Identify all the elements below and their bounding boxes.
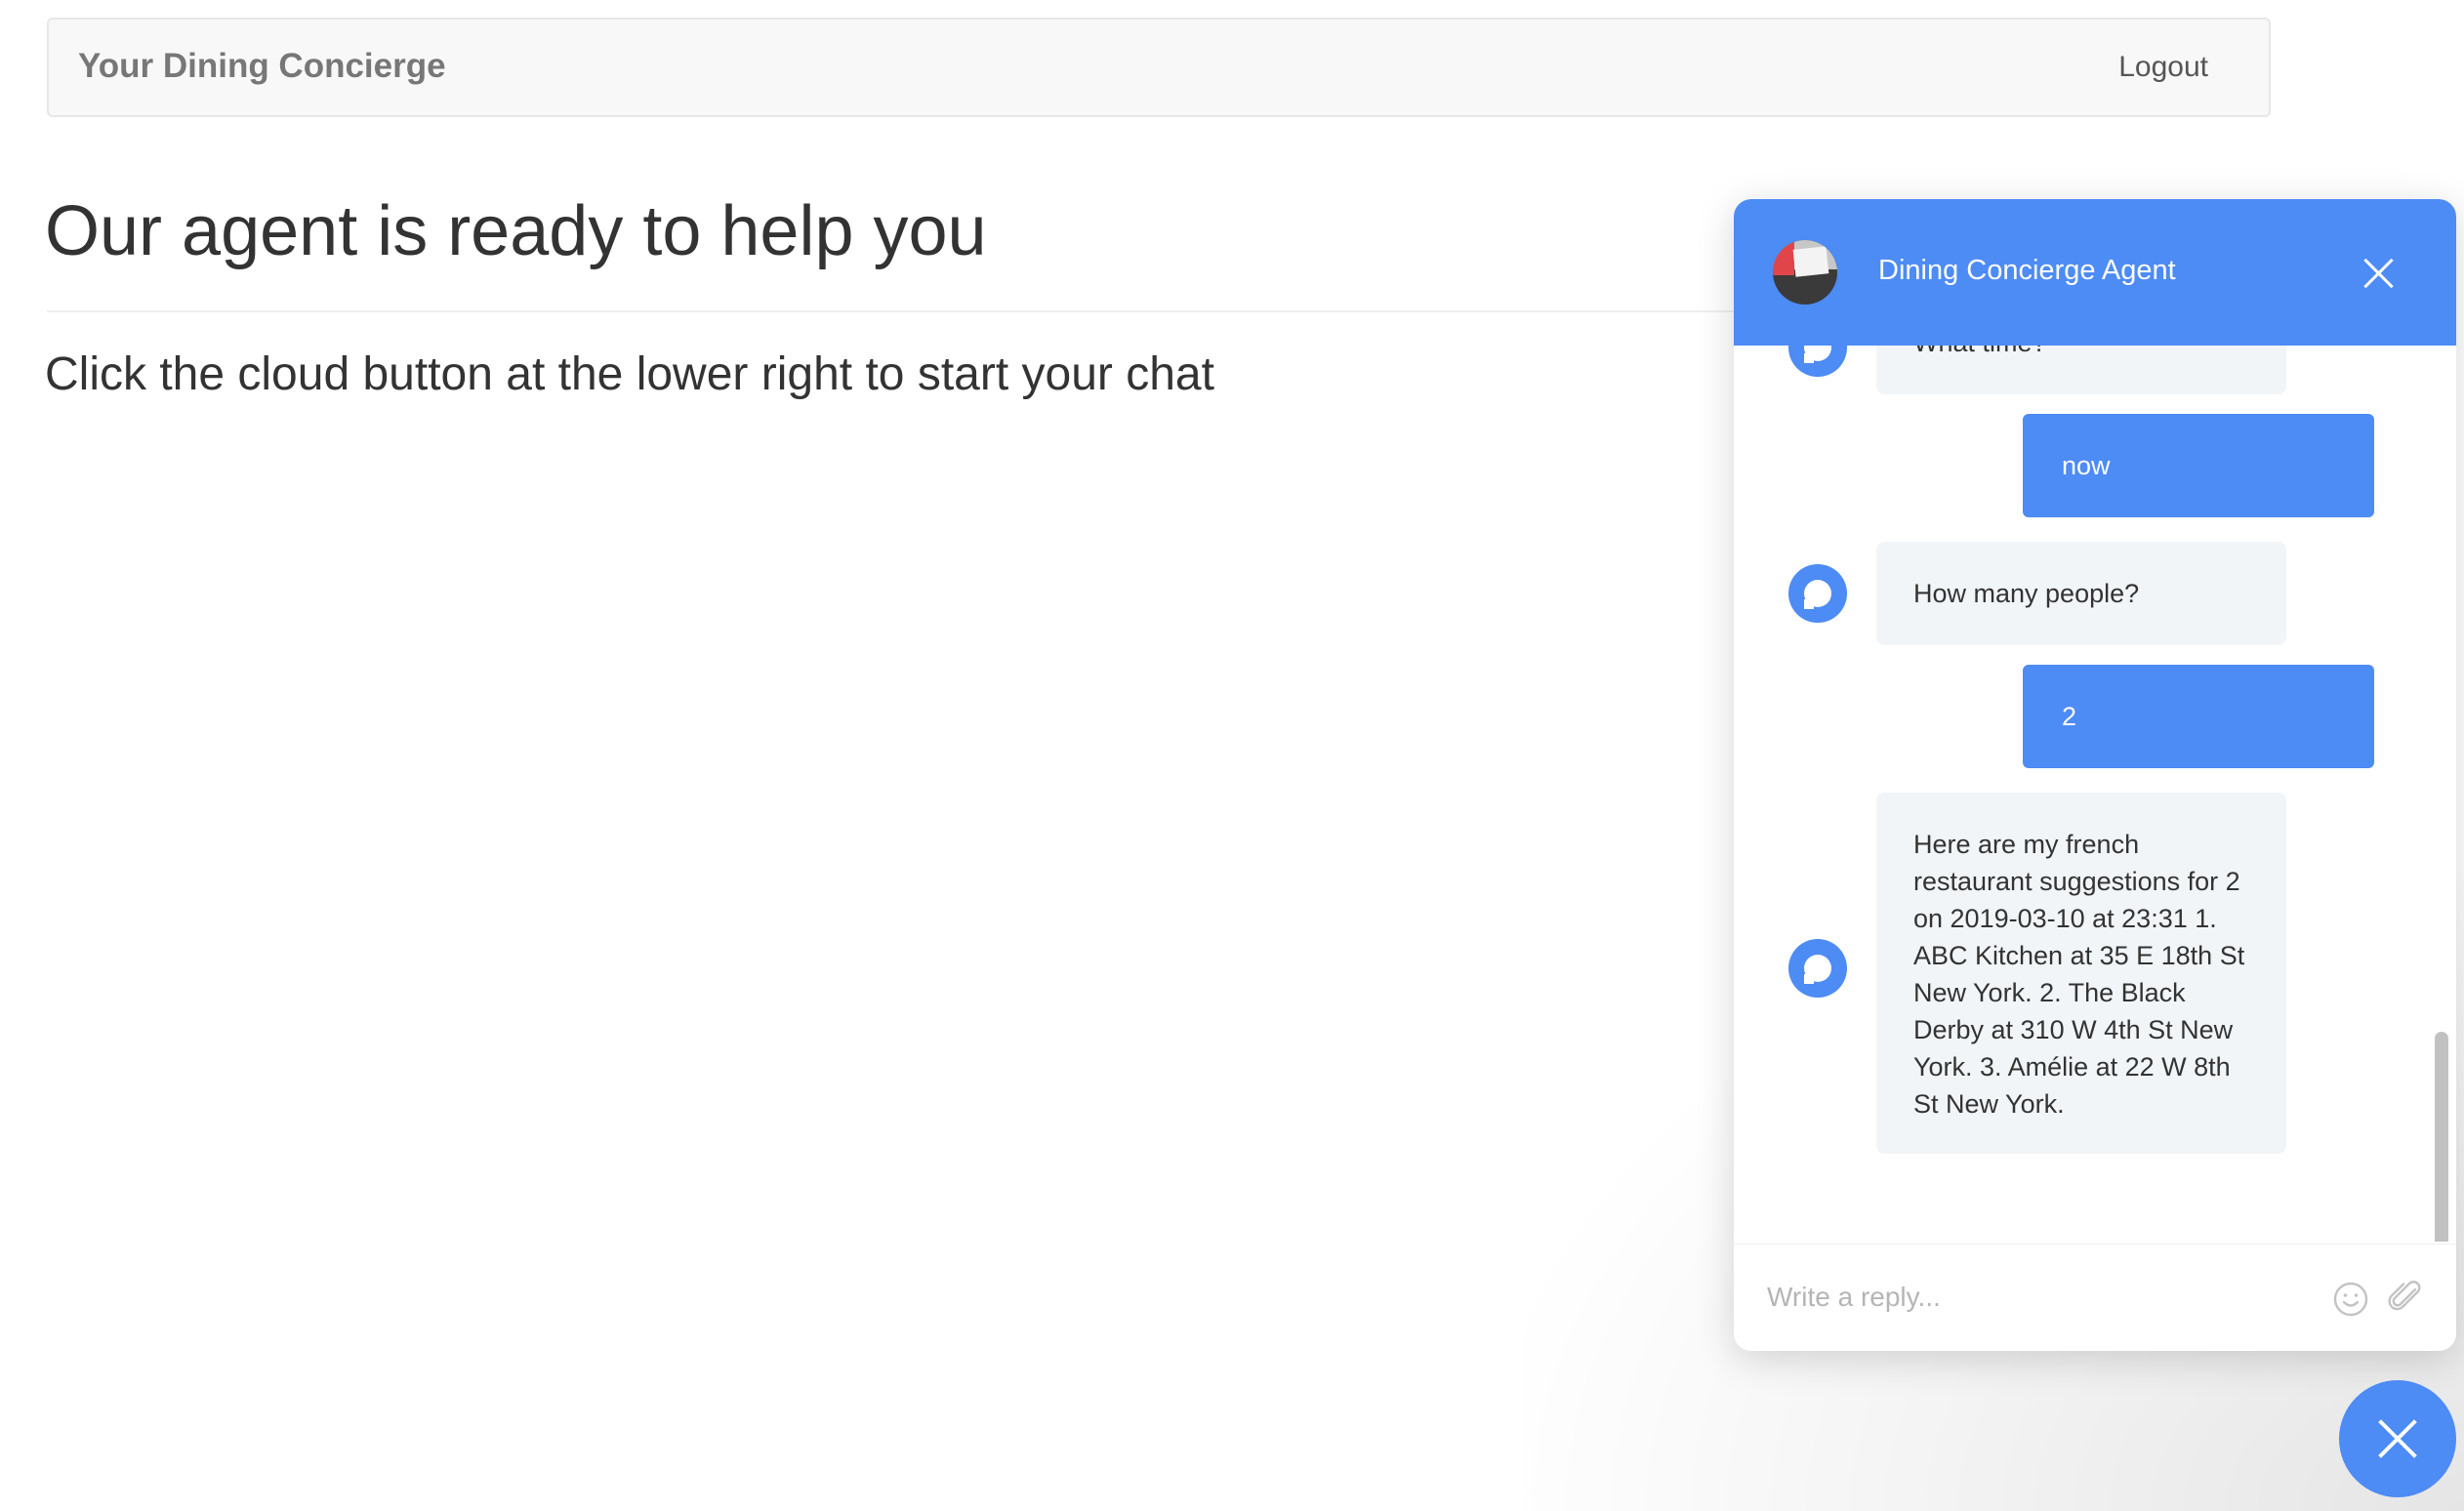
reply-input[interactable] <box>1765 1272 2277 1323</box>
navbar: Your Dining Concierge Logout <box>47 18 2271 117</box>
scrollbar-thumb[interactable] <box>2435 1032 2448 1242</box>
message-list[interactable]: What time? now How many people? 2 Here a… <box>1734 346 2456 1242</box>
smiley-icon[interactable] <box>2331 1280 2370 1324</box>
user-message: 2 <box>2023 665 2374 768</box>
divider <box>47 310 1745 312</box>
bot-message-text: Here are my french restaurant suggestion… <box>1913 830 2245 1119</box>
close-icon[interactable] <box>2359 254 2398 293</box>
user-message-text: now <box>2062 451 2111 480</box>
bot-message-text: How many people? <box>1913 579 2140 608</box>
bot-chat-icon <box>1788 939 1847 998</box>
chat-header: Dining Concierge Agent <box>1734 199 2456 346</box>
instructions-text: Click the cloud button at the lower righ… <box>45 348 1214 400</box>
paperclip-icon[interactable] <box>2386 1278 2425 1322</box>
bot-chat-icon <box>1788 346 1847 377</box>
close-icon <box>2376 1417 2419 1460</box>
bot-message: Here are my french restaurant suggestion… <box>1876 793 2286 1154</box>
user-message: now <box>2023 414 2374 517</box>
chat-title: Dining Concierge Agent <box>1878 255 2176 286</box>
logout-link[interactable]: Logout <box>2118 51 2208 84</box>
agent-avatar <box>1773 240 1837 305</box>
chat-widget: Dining Concierge Agent What time? now Ho… <box>1734 199 2456 1351</box>
reply-bar <box>1734 1244 2456 1351</box>
bot-message: What time? <box>1876 346 2286 394</box>
bot-message-text: What time? <box>1913 346 2047 357</box>
user-message-text: 2 <box>2062 702 2077 731</box>
bot-chat-icon <box>1788 564 1847 623</box>
brand-link[interactable]: Your Dining Concierge <box>78 47 446 86</box>
bot-message: How many people? <box>1876 542 2286 645</box>
chat-launcher-button[interactable] <box>2339 1380 2456 1497</box>
page-title: Our agent is ready to help you <box>45 192 987 270</box>
